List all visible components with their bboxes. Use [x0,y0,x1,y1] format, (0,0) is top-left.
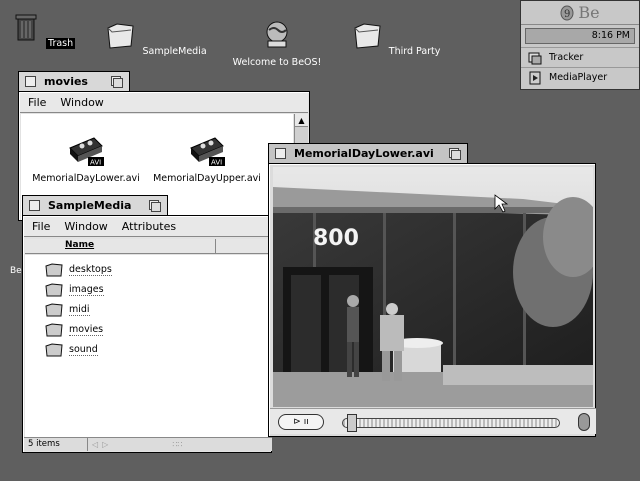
movies-window-tab[interactable]: movies [18,71,130,91]
mediaplayer-icon [529,71,541,84]
menu-attributes[interactable]: Attributes [122,220,176,233]
list-item[interactable]: midi [25,300,90,320]
folder-icon [45,263,63,277]
desktop-partial-label: Be [10,266,22,276]
player-window-tab[interactable]: MemorialDayLower.avi [268,143,468,163]
avi-badge: AVI [90,159,101,167]
list-item[interactable]: sound [25,340,98,360]
player-window: 800 ⊳ ıı [268,163,596,437]
position-slider[interactable] [342,414,560,432]
be-logo-text: Be [578,3,600,22]
samplemedia-window-tab[interactable]: SampleMedia [22,195,168,215]
play-pause-button[interactable]: ⊳ ıı [278,414,324,430]
deskbar-item-label: MediaPlayer [549,72,608,83]
scroll-left-arrow-icon[interactable]: ◁ [92,440,98,449]
desktop-icon-label: SampleMedia [142,46,207,57]
menu-file[interactable]: File [32,220,50,233]
desktop-icon-label: Third Party [388,46,441,57]
window-title: MemorialDayLower.avi [294,147,434,160]
status-bar: 5 items ◁ ▷ ∷∷ [24,437,272,451]
file-list: desktops images midi movies sound [25,255,271,437]
scroll-up-arrow-icon[interactable]: ▲ [295,114,308,127]
column-name[interactable]: Name [65,240,94,250]
svg-text:9: 9 [564,9,570,20]
menubar: File Window Attributes [24,217,270,237]
video-overlay-text: 800 [313,226,359,251]
desktop-icon-third-party[interactable]: Third Party [341,18,451,57]
menu-file[interactable]: File [28,96,46,109]
list-item-name: midi [69,304,90,316]
file-label: MemorialDayLower.avi [32,173,140,184]
folder-icon [45,323,63,337]
desktop-icon-trash[interactable]: Trash [0,10,97,49]
video-image: 800 [273,167,593,407]
folder-icon [107,23,134,49]
file-label: MemorialDayUpper.avi [153,173,261,184]
zoom-box[interactable] [111,75,123,88]
desktop-icon-label: Welcome to BeOS! [232,57,322,68]
file-icon-memorialdaylower[interactable]: AVI MemorialDayLower.avi [26,134,146,184]
item-count: 5 items [24,438,88,451]
list-item[interactable]: desktops [25,260,112,280]
close-box[interactable] [25,76,36,87]
close-box[interactable] [29,200,40,211]
list-item-name: desktops [69,264,112,276]
scroll-thumb-grip-icon[interactable]: ∷∷ [172,440,182,449]
horizontal-scrollbar[interactable]: ◁ ▷ ∷∷ [88,440,272,449]
window-title: SampleMedia [48,199,132,212]
clock[interactable]: 8:16 PM [525,28,635,44]
transport-bar: ⊳ ıı [270,408,596,434]
desktop-icon-samplemedia[interactable]: SampleMedia [101,18,211,57]
volume-knob[interactable] [578,413,590,431]
be-logo-icon: 9 [560,5,574,20]
close-box[interactable] [275,148,286,159]
desktop-icon-label: Trash [46,38,76,49]
desktop-icon-welcome[interactable]: Welcome to BeOS! [222,18,332,68]
avi-file-icon: AVI [69,137,104,167]
list-item[interactable]: images [25,280,104,300]
column-divider[interactable] [215,239,216,253]
slider-thumb[interactable] [347,414,357,432]
list-item-name: images [69,284,104,296]
menu-window[interactable]: Window [64,220,107,233]
folder-icon [45,343,63,357]
list-item-name: movies [69,324,104,336]
folder-icon [45,283,63,297]
zoom-box[interactable] [449,147,461,160]
tracker-icon [528,52,542,64]
trash-icon [15,14,37,41]
menubar: File Window [20,93,308,113]
deskbar-item-label: Tracker [549,52,584,63]
list-item-name: sound [69,344,98,356]
globe-icon [266,21,288,48]
folder-icon [45,303,63,317]
folder-icon [354,23,381,49]
be-menu[interactable]: 9 Be [521,1,639,25]
scroll-right-arrow-icon[interactable]: ▷ [102,440,108,449]
file-icon-memorialdayupper[interactable]: AVI MemorialDayUpper.avi [147,134,267,184]
deskbar-item-mediaplayer[interactable]: MediaPlayer [521,67,639,87]
window-title: movies [44,75,88,88]
samplemedia-window: File Window Attributes Name desktops ima… [22,215,272,453]
deskbar-item-tracker[interactable]: Tracker [521,47,639,67]
avi-file-icon: AVI [190,137,225,167]
list-item[interactable]: movies [25,320,104,340]
video-frame: 800 [273,167,593,407]
menu-window[interactable]: Window [60,96,103,109]
column-header[interactable]: Name [25,239,271,254]
zoom-box[interactable] [149,199,161,212]
deskbar: 9 Be 8:16 PM Tracker MediaPlayer [520,0,640,90]
avi-badge: AVI [211,159,222,167]
